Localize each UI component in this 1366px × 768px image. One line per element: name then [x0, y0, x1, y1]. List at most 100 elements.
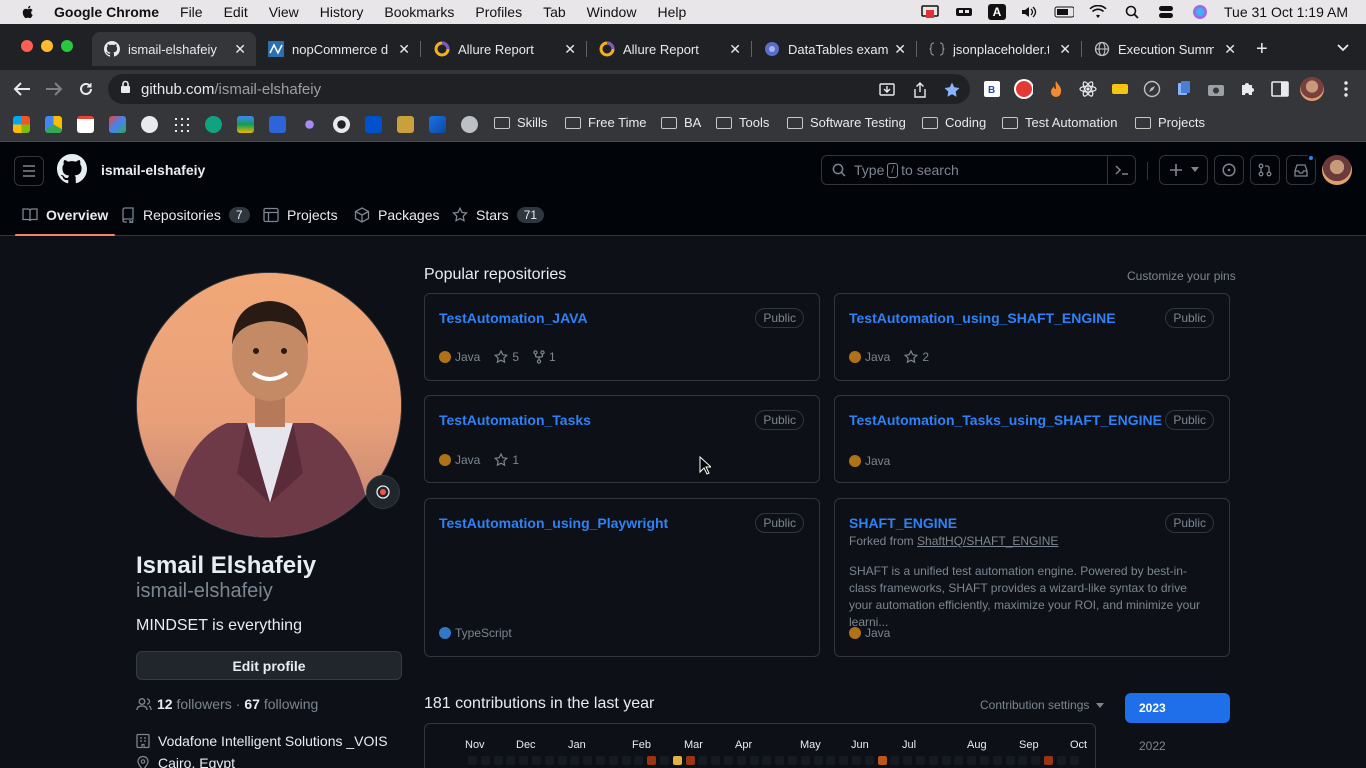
close-tab-icon[interactable]: ✕ — [894, 41, 906, 58]
customize-pins-link[interactable]: Customize your pins — [1127, 269, 1236, 283]
bookmark-folder-ba[interactable]: BA — [661, 115, 701, 130]
repo-stars-link[interactable]: 1 — [494, 453, 519, 467]
close-tab-icon[interactable]: ✕ — [564, 41, 576, 58]
contribution-day-cell[interactable] — [583, 756, 593, 765]
minimize-window-button[interactable] — [41, 40, 53, 52]
user-avatar[interactable] — [1322, 155, 1352, 185]
tab-jsonplaceholder[interactable]: jsonplaceholder.t ✕ — [917, 32, 1081, 66]
chrome-menu-icon[interactable] — [1336, 79, 1356, 99]
contribution-day-cell[interactable] — [1005, 756, 1015, 765]
menu-profiles[interactable]: Profiles — [475, 4, 522, 20]
contribution-day-cell[interactable] — [1056, 756, 1066, 765]
tab-allure-report-1[interactable]: Allure Report ✕ — [422, 32, 586, 66]
extension-fire-icon[interactable] — [1046, 79, 1066, 99]
contribution-day-cell[interactable] — [903, 756, 913, 765]
tab-allure-report-2[interactable]: Allure Report ✕ — [587, 32, 751, 66]
contribution-day-cell[interactable] — [775, 756, 785, 765]
bookmark-folder-projects[interactable]: Projects — [1135, 115, 1205, 130]
edit-profile-button[interactable]: Edit profile — [136, 651, 402, 680]
microsoft-icon[interactable] — [13, 116, 30, 133]
contribution-day-cell[interactable] — [762, 756, 772, 765]
contribution-day-cell[interactable] — [954, 756, 964, 765]
globe-bookmark-2-icon[interactable] — [461, 116, 478, 133]
tab-repositories[interactable]: Repositories 7 — [121, 194, 250, 236]
contribution-day-cell[interactable] — [967, 756, 977, 765]
yellow-bookmark-icon[interactable] — [397, 116, 414, 133]
repo-name-link[interactable]: TestAutomation_using_Playwright — [439, 515, 668, 531]
dots-bookmark-icon[interactable] — [173, 116, 190, 133]
extension-b-icon[interactable]: B — [982, 79, 1002, 99]
repo-name-link[interactable]: TestAutomation_using_SHAFT_ENGINE — [849, 310, 1116, 326]
contribution-day-cell[interactable] — [557, 756, 567, 765]
install-app-icon[interactable] — [878, 81, 896, 99]
battery-icon[interactable] — [1054, 4, 1074, 20]
profile-photo[interactable] — [136, 272, 402, 538]
menu-view[interactable]: View — [269, 4, 299, 20]
contribution-day-cell[interactable] — [1044, 756, 1053, 765]
contribution-settings-dropdown[interactable]: Contribution settings — [980, 698, 1104, 712]
contribution-day-cell[interactable] — [941, 756, 951, 765]
following-link[interactable]: 67 following — [244, 696, 318, 712]
repo-name-link[interactable]: TestAutomation_JAVA — [439, 310, 588, 326]
wifi-icon[interactable] — [1088, 4, 1108, 20]
contribution-day-cell[interactable] — [992, 756, 1002, 765]
contribution-day-cell[interactable] — [480, 756, 490, 765]
menu-app-name[interactable]: Google Chrome — [54, 4, 159, 20]
contribution-day-cell[interactable] — [736, 756, 746, 765]
input-source-icon[interactable]: A — [988, 4, 1006, 20]
contribution-day-cell[interactable] — [660, 756, 669, 765]
bookmark-folder-free-time[interactable]: Free Time — [565, 115, 647, 130]
close-tab-icon[interactable]: ✕ — [1224, 41, 1236, 58]
pull-requests-button[interactable] — [1250, 155, 1280, 185]
contribution-day-cell[interactable] — [519, 756, 529, 765]
extension-red-icon[interactable] — [1013, 79, 1033, 99]
side-panel-icon[interactable] — [1270, 79, 1290, 99]
contribution-day-cell[interactable] — [852, 756, 861, 765]
contribution-day-cell[interactable] — [928, 756, 938, 765]
menu-tab[interactable]: Tab — [543, 4, 566, 20]
bookmark-folder-coding[interactable]: Coding — [922, 115, 986, 130]
menu-window[interactable]: Window — [587, 4, 637, 20]
command-palette-icon[interactable] — [1107, 156, 1135, 184]
menu-bookmarks[interactable]: Bookmarks — [384, 4, 454, 20]
profile-avatar[interactable] — [1300, 77, 1324, 101]
contribution-day-cell[interactable] — [877, 756, 887, 765]
repo-forks-link[interactable]: 1 — [533, 350, 556, 364]
repo-name-link[interactable]: TestAutomation_Tasks_using_SHAFT_ENGINE — [849, 412, 1162, 428]
bookmark-folder-test-automation[interactable]: Test Automation — [1002, 115, 1118, 130]
contribution-day-cell[interactable] — [813, 756, 823, 765]
header-username[interactable]: ismail-elshafeiy — [101, 162, 205, 178]
bookmark-folder-software-testing[interactable]: Software Testing — [787, 115, 906, 130]
menu-file[interactable]: File — [180, 4, 203, 20]
spotlight-search-icon[interactable] — [1122, 4, 1142, 20]
contribution-day-cell[interactable] — [570, 756, 580, 765]
menu-edit[interactable]: Edit — [224, 4, 248, 20]
play-bookmark-icon[interactable] — [429, 116, 446, 133]
contribution-day-cell[interactable] — [608, 756, 618, 765]
tab-overview[interactable]: Overview — [14, 194, 116, 236]
close-window-button[interactable] — [21, 40, 33, 52]
repo-name-link[interactable]: SHAFT_ENGINE — [849, 515, 957, 531]
contribution-day-cell[interactable] — [916, 756, 925, 765]
contribution-day-cell[interactable] — [839, 756, 849, 765]
year-2022-button[interactable]: 2022 — [1125, 731, 1230, 761]
bookmark-folder-skills[interactable]: Skills — [494, 115, 547, 130]
reload-icon[interactable] — [76, 79, 96, 99]
zoom-window-button[interactable] — [61, 40, 73, 52]
contribution-day-cell[interactable] — [1018, 756, 1028, 765]
contribution-day-cell[interactable] — [1031, 756, 1041, 765]
tab-execution-summary[interactable]: Execution Summ ✕ — [1082, 32, 1246, 66]
address-bar[interactable]: github.com/ismail-elshafeiy — [108, 74, 970, 104]
extension-compass-icon[interactable] — [1142, 79, 1162, 99]
new-tab-icon[interactable]: + — [1256, 38, 1268, 61]
control-center-icon[interactable] — [1156, 4, 1176, 20]
menu-help[interactable]: Help — [657, 4, 686, 20]
contribution-day-cell[interactable] — [634, 756, 644, 765]
menu-history[interactable]: History — [320, 4, 364, 20]
trello-icon[interactable] — [365, 116, 382, 133]
close-tab-icon[interactable]: ✕ — [398, 41, 410, 58]
tab-datatables[interactable]: DataTables examp ✕ — [752, 32, 916, 66]
extensions-puzzle-icon[interactable] — [1238, 79, 1258, 99]
contribution-day-cell[interactable] — [647, 756, 657, 765]
close-tab-icon[interactable]: ✕ — [1059, 41, 1071, 58]
